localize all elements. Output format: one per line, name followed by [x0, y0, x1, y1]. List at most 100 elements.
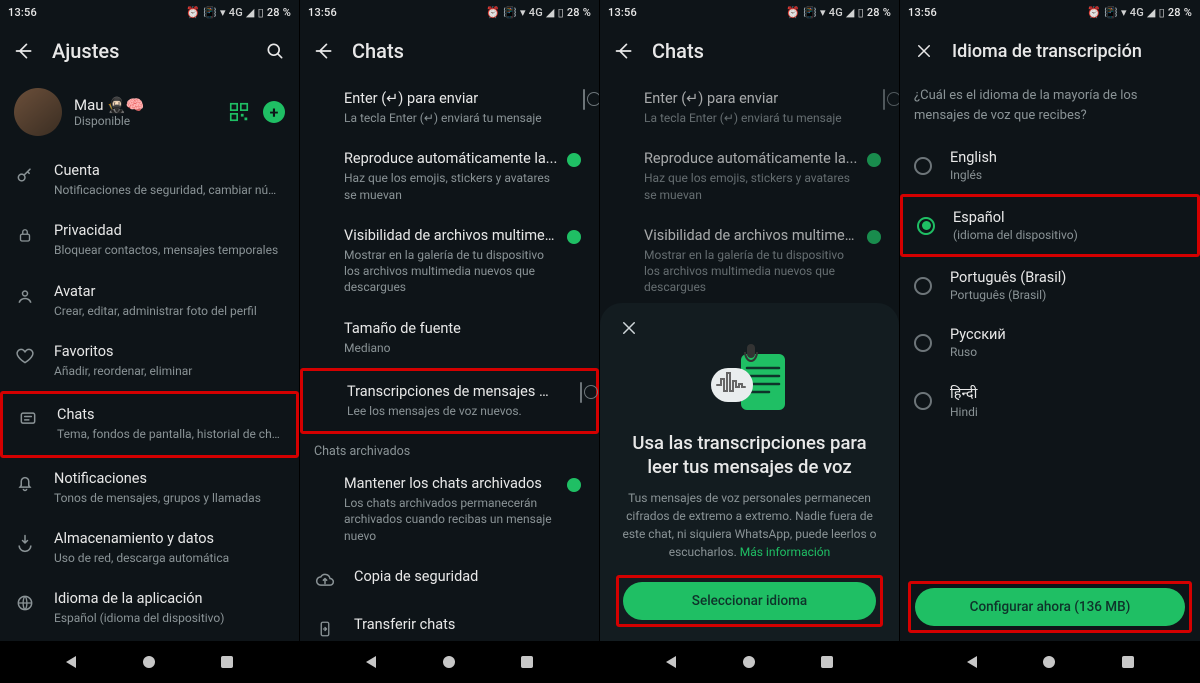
item-title: Tamaño de fuente: [344, 320, 585, 338]
recents-nav-icon[interactable]: [521, 656, 533, 668]
settings-item-bell[interactable]: NotificacionesTonos de mensajes, grupos …: [0, 458, 299, 518]
settings-item-heart[interactable]: FavoritosAñadir, reordenar, eliminar: [0, 331, 299, 391]
setting-item[interactable]: Mantener los chats archivadosLos chats a…: [300, 463, 599, 556]
wifi-icon: ▾: [820, 6, 826, 19]
item-title: Reproduce automáticamente la...: [344, 150, 561, 168]
item-subtitle: Crear, editar, administrar foto del perf…: [54, 303, 285, 319]
language-name: Русский: [950, 326, 1006, 343]
transfer-icon: [314, 618, 336, 640]
signal-icon: ◢: [246, 6, 255, 19]
settings-item-storage[interactable]: Almacenamiento y datosUso de red, descar…: [0, 518, 299, 578]
recents-nav-icon[interactable]: [1122, 656, 1134, 668]
page-title: Ajustes: [52, 39, 247, 63]
setting-item[interactable]: Enter (↵) para enviarLa tecla Enter (↵) …: [600, 78, 899, 138]
item-title: Enter (↵) para enviar: [644, 90, 859, 108]
screen-transcription-sheet: 13:56 ⏰ 📳 ▾ 4G ◢ ▯ 28 % Chats Enter (↵) …: [600, 0, 900, 683]
toggle-switch[interactable]: [580, 382, 582, 403]
close-icon[interactable]: [912, 39, 936, 63]
home-nav-icon[interactable]: [743, 656, 755, 668]
back-nav-icon[interactable]: [66, 656, 76, 668]
language-option[interactable]: हिन्दीHindi: [900, 371, 1200, 431]
backup-icon: [314, 570, 336, 592]
language-option[interactable]: English Inglés: [900, 137, 1200, 194]
back-icon[interactable]: [12, 39, 36, 63]
item-title: Idioma de la aplicación: [54, 590, 285, 608]
setting-item[interactable]: Tamaño de fuenteMediano: [300, 308, 599, 368]
back-icon[interactable]: [312, 39, 336, 63]
radio-button[interactable]: [914, 334, 932, 352]
back-nav-icon[interactable]: [967, 656, 977, 668]
profile-row[interactable]: Mau 🥷🏻🧠 Disponible +: [0, 78, 299, 150]
recents-nav-icon[interactable]: [221, 656, 233, 668]
android-nav-bar: [600, 641, 899, 683]
setting-item-backup[interactable]: Copia de seguridad: [300, 556, 599, 604]
configure-now-button[interactable]: Configurar ahora (136 MB): [915, 588, 1185, 626]
signal-icon: ◢: [546, 6, 555, 19]
back-nav-icon[interactable]: [666, 656, 676, 668]
lock-icon: [14, 224, 36, 246]
language-option[interactable]: РусскийRuso: [900, 314, 1200, 371]
item-title: Transferir chats: [354, 616, 585, 634]
recents-nav-icon[interactable]: [821, 656, 833, 668]
home-nav-icon[interactable]: [143, 656, 155, 668]
select-language-button[interactable]: Seleccionar idioma: [623, 582, 876, 620]
settings-item-avatar[interactable]: Avatar Crear, editar, administrar foto de…: [0, 271, 299, 331]
add-icon[interactable]: +: [263, 101, 285, 123]
battery-icon: ▯: [858, 6, 864, 19]
setting-item[interactable]: Visibilidad de archivos multimediaMostra…: [300, 215, 599, 308]
battery-pct: 28 %: [567, 6, 591, 19]
radio-button[interactable]: [914, 392, 932, 410]
item-subtitle: Bloquear contactos, mensajes temporales: [54, 242, 285, 258]
home-nav-icon[interactable]: [443, 656, 455, 668]
more-info-link[interactable]: Más información: [740, 545, 831, 559]
language-name: हिन्दी: [950, 383, 978, 403]
back-icon[interactable]: [612, 39, 636, 63]
language-name: English: [950, 149, 997, 166]
item-title: Enter (↵) para enviar: [344, 90, 559, 108]
language-option[interactable]: Español(idioma del dispositivo): [900, 194, 1200, 257]
item-subtitle: Tema, fondos de pantalla, historial de c…: [57, 426, 282, 442]
settings-item-globe[interactable]: Idioma de la aplicación Español (idioma d…: [0, 578, 299, 638]
language-subtitle: Inglés: [950, 168, 997, 182]
setting-item[interactable]: Reproduce automáticamente la...Haz que l…: [600, 138, 899, 215]
screen-ajustes: 13:56 ⏰ 📳 ▾ 4G ◢ ▯ 28 % Ajustes Mau 🥷🏻🧠 …: [0, 0, 300, 683]
language-option[interactable]: Português (Brasil)Português (Brasil): [900, 257, 1200, 314]
item-subtitle: Mostrar en la galería de tu dispositivo …: [644, 247, 861, 296]
home-nav-icon[interactable]: [1043, 656, 1055, 668]
transcription-illustration-icon: [616, 341, 883, 423]
status-time: 13:56: [608, 6, 637, 19]
signal-icon: ◢: [846, 6, 855, 19]
qr-icon[interactable]: [227, 100, 251, 124]
language-question: ¿Cuál es el idioma de la mayoría de los …: [900, 78, 1200, 137]
close-icon[interactable]: [616, 315, 642, 341]
settings-list: Mau 🥷🏻🧠 Disponible + CuentaNotificacione…: [0, 78, 299, 641]
radio-button[interactable]: [914, 157, 932, 175]
settings-item-key[interactable]: CuentaNotificaciones de seguridad, cambi…: [0, 150, 299, 210]
settings-item-chat[interactable]: ChatsTema, fondos de pantalla, historial…: [0, 391, 299, 457]
toggle-switch[interactable]: [883, 89, 885, 110]
status-bar: 13:56 ⏰ 📳 ▾ 4G ◢ ▯ 28 %: [0, 0, 299, 24]
setting-item[interactable]: Visibilidad de archivos multimediaMostra…: [600, 215, 899, 308]
android-nav-bar: [900, 641, 1200, 683]
setting-item[interactable]: Enter (↵) para enviarLa tecla Enter (↵) …: [300, 78, 599, 138]
setting-item[interactable]: Transcripciones de mensajes de...Lee los…: [300, 368, 599, 434]
back-nav-icon[interactable]: [366, 656, 376, 668]
radio-button[interactable]: [914, 277, 932, 295]
setting-item-transfer[interactable]: Transferir chats: [300, 604, 599, 641]
transcription-sheet: Usa las transcripciones para leer tus me…: [600, 303, 899, 641]
battery-pct: 28 %: [1168, 6, 1192, 19]
setting-item[interactable]: Reproduce automáticamente la...Haz que l…: [300, 138, 599, 215]
net-icon: 4G: [1130, 6, 1144, 19]
alarm-icon: ⏰: [486, 6, 500, 19]
search-icon[interactable]: [263, 39, 287, 63]
radio-button[interactable]: [917, 217, 935, 235]
item-title: Avatar: [54, 283, 285, 301]
storage-icon: [14, 532, 36, 554]
item-subtitle: Español (idioma del dispositivo): [54, 610, 285, 626]
settings-item-lock[interactable]: PrivacidadBloquear contactos, mensajes t…: [0, 210, 299, 270]
item-subtitle: Tonos de mensajes, grupos y llamadas: [54, 490, 285, 506]
vibrate-icon: 📳: [203, 6, 217, 19]
toggle-switch[interactable]: [583, 89, 585, 110]
chat-icon: [17, 408, 39, 430]
page-title: Idioma de transcripción: [952, 41, 1188, 62]
